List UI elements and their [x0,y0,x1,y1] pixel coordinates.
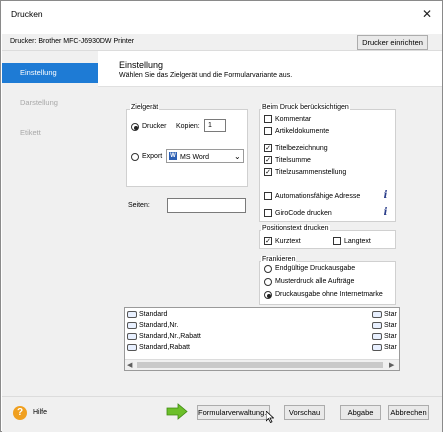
frankieren-label: Frankieren [261,256,297,263]
artikeldokumente-label: Artikeldokumente [275,128,330,135]
kommentar-label: Kommentar [275,116,312,123]
list-item-label: Standa [384,322,397,329]
sidebar-item-etikett[interactable]: Etikett [2,123,98,143]
titelsumme-checkbox[interactable]: ✓ [264,156,272,164]
automationsfaehige-adresse-label: Automationsfähige Adresse [275,193,361,200]
printer-label: Drucker: Brother MFC-J6930DW Printer [10,38,135,45]
vorschau-button[interactable]: Vorschau [284,405,325,420]
zielgeraet-group [126,109,248,187]
export-format-value: MS Word [180,154,210,161]
list-item-label: Standard,Nr. [139,322,179,329]
seiten-input[interactable] [167,198,246,213]
kopien-input[interactable]: 1 [204,119,226,132]
form-icon [372,322,382,329]
titelbezeichnung-checkbox[interactable]: ✓ [264,144,272,152]
endgueltige-druckausgabe-radio[interactable] [264,265,272,273]
titelzusammenstellung-label: Titelzusammenstellung [275,169,347,176]
formularverwaltung-button[interactable]: Formularverwaltung... [197,405,271,420]
druckausgabe-ohne-internetmarke-label: Druckausgabe ohne Internetmarke [275,291,383,298]
form-icon [127,344,137,351]
seiten-label: Seiten: [128,202,150,209]
drucker-radio[interactable] [131,123,139,131]
list-item-label: Standa [384,344,397,351]
girocode-label: GiroCode drucken [275,210,332,217]
help-icon[interactable]: ? [13,406,27,420]
list-item-label: Standa [384,333,397,340]
page-subtitle: Wählen Sie das Zielgerät und die Formula… [119,72,293,79]
close-icon[interactable]: ✕ [419,6,435,22]
form-icon [127,333,137,340]
positionstext-label: Positionstext drucken [261,225,330,232]
list-item-label: Standa [384,311,397,318]
langtext-label: Langtext [344,238,371,245]
window-title: Drucken [11,9,43,19]
export-format-select[interactable]: W MS Word ⌄ [166,149,244,163]
list-item-label: Standard,Rabatt [139,344,190,351]
form-icon [372,333,382,340]
printer-bar: Drucker: Brother MFC-J6930DW Printer Dru… [2,34,442,51]
musterdruck-radio[interactable] [264,278,272,286]
info-icon[interactable]: i [381,190,390,201]
page-title: Einstellung [119,60,164,70]
chevron-down-icon: ⌄ [234,152,241,161]
title-bar: Drucken ✕ [1,1,442,27]
info-icon[interactable]: i [381,207,390,218]
titelzusammenstellung-checkbox[interactable]: ✓ [264,168,272,176]
kopien-label: Kopien: [176,123,200,130]
artikeldokumente-checkbox[interactable] [264,127,272,135]
print-dialog: Drucken ✕ Drucker: Brother MFC-J6930DW P… [0,0,443,432]
beim-druck-label: Beim Druck berücksichtigen [261,104,350,111]
export-label: Export [142,153,163,160]
endgueltige-druckausgabe-label: Endgültige Druckausgabe [275,265,356,272]
list-item-label: Standard,Nr.,Rabatt [139,333,201,340]
sidebar-item-darstellung[interactable]: Darstellung [2,93,98,113]
scrollbar-thumb[interactable] [137,362,383,368]
zielgeraet-label: Zielgerät [130,104,160,111]
section-header: Einstellung Wählen Sie das Zielgerät und… [98,51,442,87]
sidebar-item-einstellung[interactable]: Einstellung [2,63,98,83]
footer-bar: ? Hilfe Formularverwaltung... Vorschau A… [2,396,442,432]
horizontal-scrollbar[interactable]: ◀ ▶ [125,359,399,370]
form-icon [372,311,382,318]
scroll-left-icon[interactable]: ◀ [127,361,132,369]
form-icon [127,322,137,329]
kurztext-label: Kurztext [275,238,301,245]
arrow-right-icon [166,403,188,422]
printer-setup-button[interactable]: Drucker einrichten [357,35,428,50]
langtext-checkbox[interactable] [333,237,341,245]
abbrechen-button[interactable]: Abbrechen [388,405,429,420]
form-icon [372,344,382,351]
list-item[interactable]: Standard,Nr. Standa [125,320,397,331]
form-variant-list[interactable]: Standard Standa Standard,Nr. Standa Stan… [124,307,400,371]
list-item[interactable]: Standard,Nr.,Rabatt Standa [125,331,397,342]
sidebar: Einstellung Darstellung Etikett [2,51,98,396]
musterdruck-label: Musterdruck alle Aufträge [275,278,355,285]
help-label[interactable]: Hilfe [33,409,47,416]
titelbezeichnung-label: Titelbezeichnung [275,145,328,152]
list-item[interactable]: Standard,Rabatt Standa [125,342,397,353]
drucker-label: Drucker [142,123,167,130]
druckausgabe-ohne-internetmarke-radio[interactable] [264,291,272,299]
girocode-checkbox[interactable] [264,209,272,217]
list-item[interactable]: Standard Standa [125,309,397,320]
automationsfaehige-adresse-checkbox[interactable] [264,192,272,200]
export-radio[interactable] [131,153,139,161]
content-area: Zielgerät Drucker Kopien: 1 Export W MS … [98,87,442,396]
kommentar-checkbox[interactable] [264,115,272,123]
abgabe-button[interactable]: Abgabe [340,405,381,420]
word-icon: W [169,152,177,160]
form-icon [127,311,137,318]
kurztext-checkbox[interactable]: ✓ [264,237,272,245]
beim-druck-group [259,109,396,222]
titelsumme-label: Titelsumme [275,157,311,164]
mouse-cursor-icon [265,410,275,424]
list-item-label: Standard [139,311,168,318]
scroll-right-icon[interactable]: ▶ [389,361,394,369]
